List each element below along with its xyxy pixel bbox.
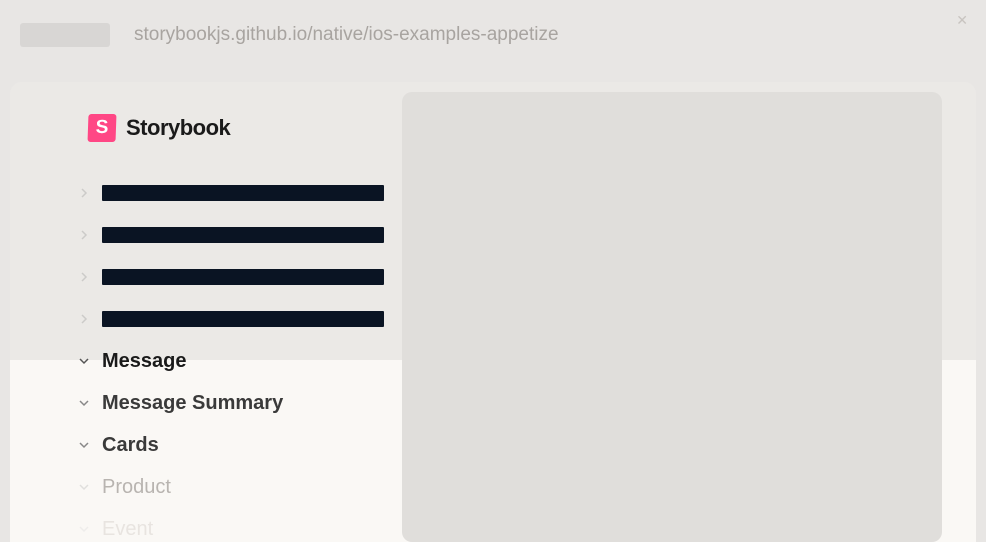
chevron-right-icon [78,229,90,241]
sidebar-item-message-summary[interactable]: Message Summary [10,382,386,424]
sidebar-item-redacted-1[interactable] [10,172,386,214]
close-icon[interactable]: ✕ [956,12,968,29]
storybook-logo-icon: S [88,114,117,142]
chevron-right-icon [78,313,90,325]
preview-panel [402,92,942,542]
sidebar: S Storybook [10,82,386,542]
browser-address-bar: storybookjs.github.io/native/ios-example… [0,0,986,70]
chevron-right-icon [78,271,90,283]
chevron-right-icon [78,187,90,199]
sidebar-item-label: Message Summary [102,392,283,415]
sidebar-item-redacted-3[interactable] [10,256,386,298]
redacted-label [102,269,384,285]
sidebar-item-redacted-2[interactable] [10,214,386,256]
logo-letter: S [95,117,108,139]
sidebar-item-redacted-4[interactable] [10,298,386,340]
sidebar-item-product[interactable]: Product [10,466,386,508]
sidebar-item-label: Event [102,518,153,541]
sidebar-item-label: Product [102,476,171,499]
sidebar-item-event[interactable]: Event [10,508,386,542]
sidebar-item-cards[interactable]: Cards [10,424,386,466]
sidebar-item-label: Cards [102,434,159,457]
address-chip-placeholder [20,23,110,47]
chevron-down-icon [78,355,90,367]
redacted-label [102,185,384,201]
chevron-down-icon [78,523,90,535]
brand-name: Storybook [126,115,230,141]
app-window: S Storybook [10,82,976,542]
sidebar-nav-list: Message Message Summary Cards [10,172,386,542]
chevron-down-icon [78,397,90,409]
sidebar-item-message[interactable]: Message [10,340,386,382]
url-text: storybookjs.github.io/native/ios-example… [134,24,559,46]
chevron-down-icon [78,481,90,493]
sidebar-header[interactable]: S Storybook [10,114,386,172]
redacted-label [102,311,384,327]
chevron-down-icon [78,439,90,451]
redacted-label [102,227,384,243]
sidebar-item-label: Message [102,350,187,373]
